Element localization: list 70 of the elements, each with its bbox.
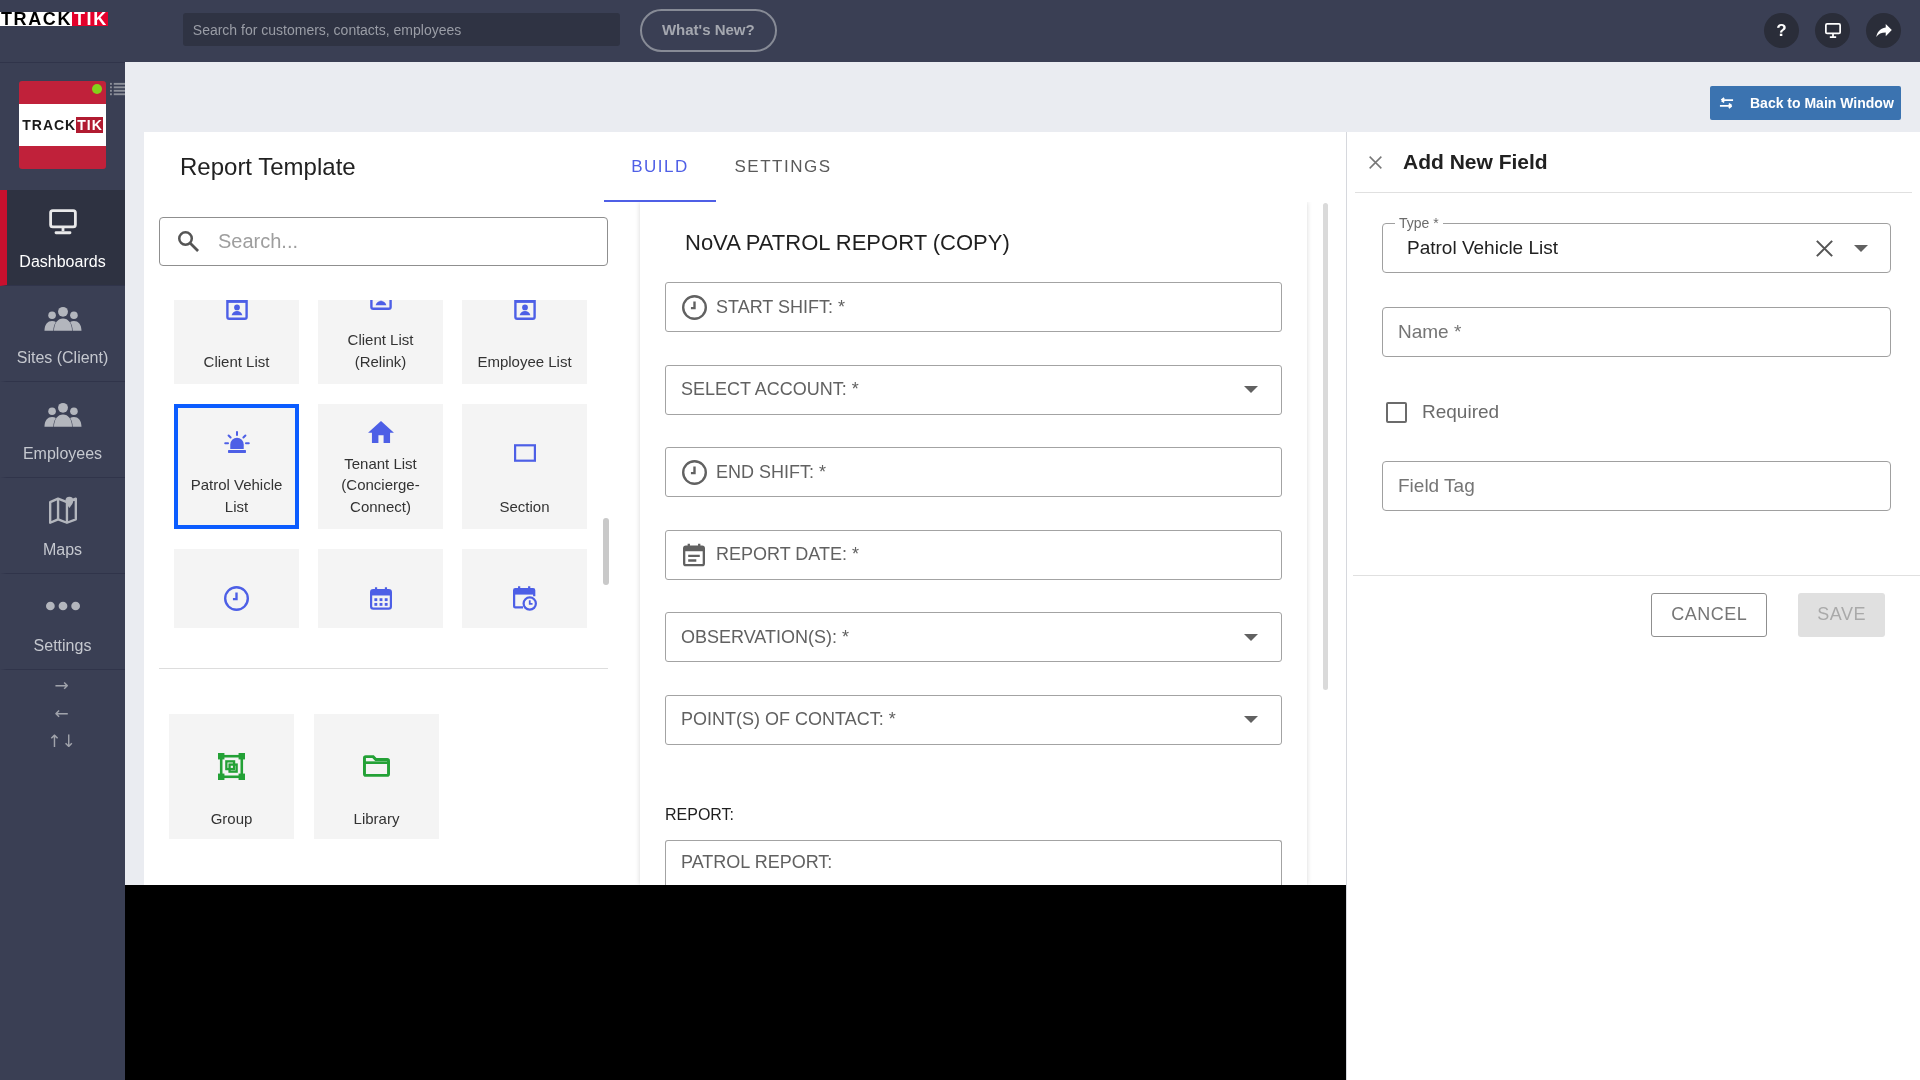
cancel-button[interactable]: CANCEL xyxy=(1651,592,1768,637)
search-icon xyxy=(178,231,199,252)
field-type-tile[interactable]: Client List (Relink) xyxy=(318,300,443,384)
section-label: REPORT: xyxy=(665,804,735,825)
siren-icon xyxy=(223,431,250,454)
monitor-icon xyxy=(48,209,77,235)
field-type-tile[interactable]: Client List xyxy=(174,300,299,384)
clock-icon xyxy=(682,459,707,485)
help-button[interactable]: ? xyxy=(1764,13,1799,48)
display-button[interactable] xyxy=(1815,13,1850,48)
logo-tile: TRACKTIK xyxy=(19,81,106,169)
contact-card-icon xyxy=(513,300,536,321)
map-icon xyxy=(48,495,77,525)
scrollbar-thumb[interactable] xyxy=(603,518,609,585)
whats-new-button[interactable]: What's New? xyxy=(639,9,777,52)
swap-arrows-icon xyxy=(1719,97,1734,109)
search-field[interactable]: Search... xyxy=(159,217,608,266)
page-title: Report Template xyxy=(179,152,357,182)
right-arrow[interactable]: → xyxy=(54,671,69,699)
field-type-tile[interactable]: Tenant List (Concierge-Connect) xyxy=(318,404,443,529)
field-type-tile[interactable]: Group xyxy=(169,714,294,839)
date-field[interactable]: REPORT DATE: * xyxy=(665,529,1282,580)
dots-icon xyxy=(45,601,80,611)
folder-icon xyxy=(363,755,390,777)
text-field[interactable]: PATROL REPORT: xyxy=(665,839,1282,885)
square-icon xyxy=(513,444,536,463)
name-field[interactable]: Name * xyxy=(1382,307,1891,357)
calendar-clock-icon xyxy=(512,585,537,611)
clear-icon[interactable] xyxy=(1816,240,1833,257)
people-icon xyxy=(43,305,82,331)
field-type-tile[interactable]: Patrol Vehicle List xyxy=(174,404,299,529)
up-down-arrows[interactable]: ↑↓ xyxy=(47,727,76,755)
back-button[interactable]: Back to Main Window xyxy=(1710,86,1901,120)
time-field[interactable]: START SHIFT: * xyxy=(665,282,1282,332)
clock-icon xyxy=(224,585,249,611)
dropdown-field[interactable]: OBSERVATION(S): * xyxy=(665,612,1282,663)
dropdown-field[interactable]: POINT(S) OF CONTACT: * xyxy=(665,694,1282,745)
form-title: NoVA PATROL REPORT (COPY) xyxy=(684,228,1011,257)
contact-card-icon xyxy=(225,300,248,321)
caret-icon xyxy=(1244,716,1258,724)
people-icon xyxy=(43,401,82,427)
monitor-icon xyxy=(1824,23,1841,38)
panel-title: Add New Field xyxy=(1403,149,1548,176)
field-type-tile[interactable]: Library xyxy=(314,714,439,839)
group-icon xyxy=(218,752,245,780)
dropdown-field[interactable]: SELECT ACCOUNT: * xyxy=(665,364,1282,415)
time-field[interactable]: END SHIFT: * xyxy=(665,447,1282,498)
close-icon[interactable] xyxy=(1369,155,1382,169)
nav-item[interactable]: Dashboards xyxy=(0,190,125,286)
house-icon xyxy=(367,420,394,443)
logo: TRACK TIK xyxy=(0,12,108,26)
search-field[interactable]: Search for customers, contacts, employees xyxy=(182,13,620,46)
checkbox-label: Required xyxy=(1422,400,1500,424)
scrollbar-thumb[interactable] xyxy=(1323,203,1328,690)
caret-icon xyxy=(1244,633,1258,641)
list-icon[interactable] xyxy=(110,82,125,96)
clock-icon xyxy=(682,294,707,320)
share-button[interactable] xyxy=(1866,13,1901,48)
share-arrow-icon xyxy=(1875,24,1892,37)
calendar-icon xyxy=(683,542,705,567)
field-tag-field[interactable]: Field Tag xyxy=(1382,460,1891,511)
type-select[interactable]: Type * Patrol Vehicle List xyxy=(1382,215,1891,273)
checkbox[interactable] xyxy=(1386,401,1407,423)
left-arrow[interactable]: ← xyxy=(54,699,69,727)
tab[interactable]: SETTINGS xyxy=(716,132,850,202)
field-type-tile[interactable]: Section xyxy=(462,404,587,529)
caret-icon[interactable] xyxy=(1854,245,1868,252)
field-type-tile[interactable]: Employee List xyxy=(462,300,587,384)
calendar-icon xyxy=(369,586,392,610)
caret-icon xyxy=(1244,386,1258,394)
